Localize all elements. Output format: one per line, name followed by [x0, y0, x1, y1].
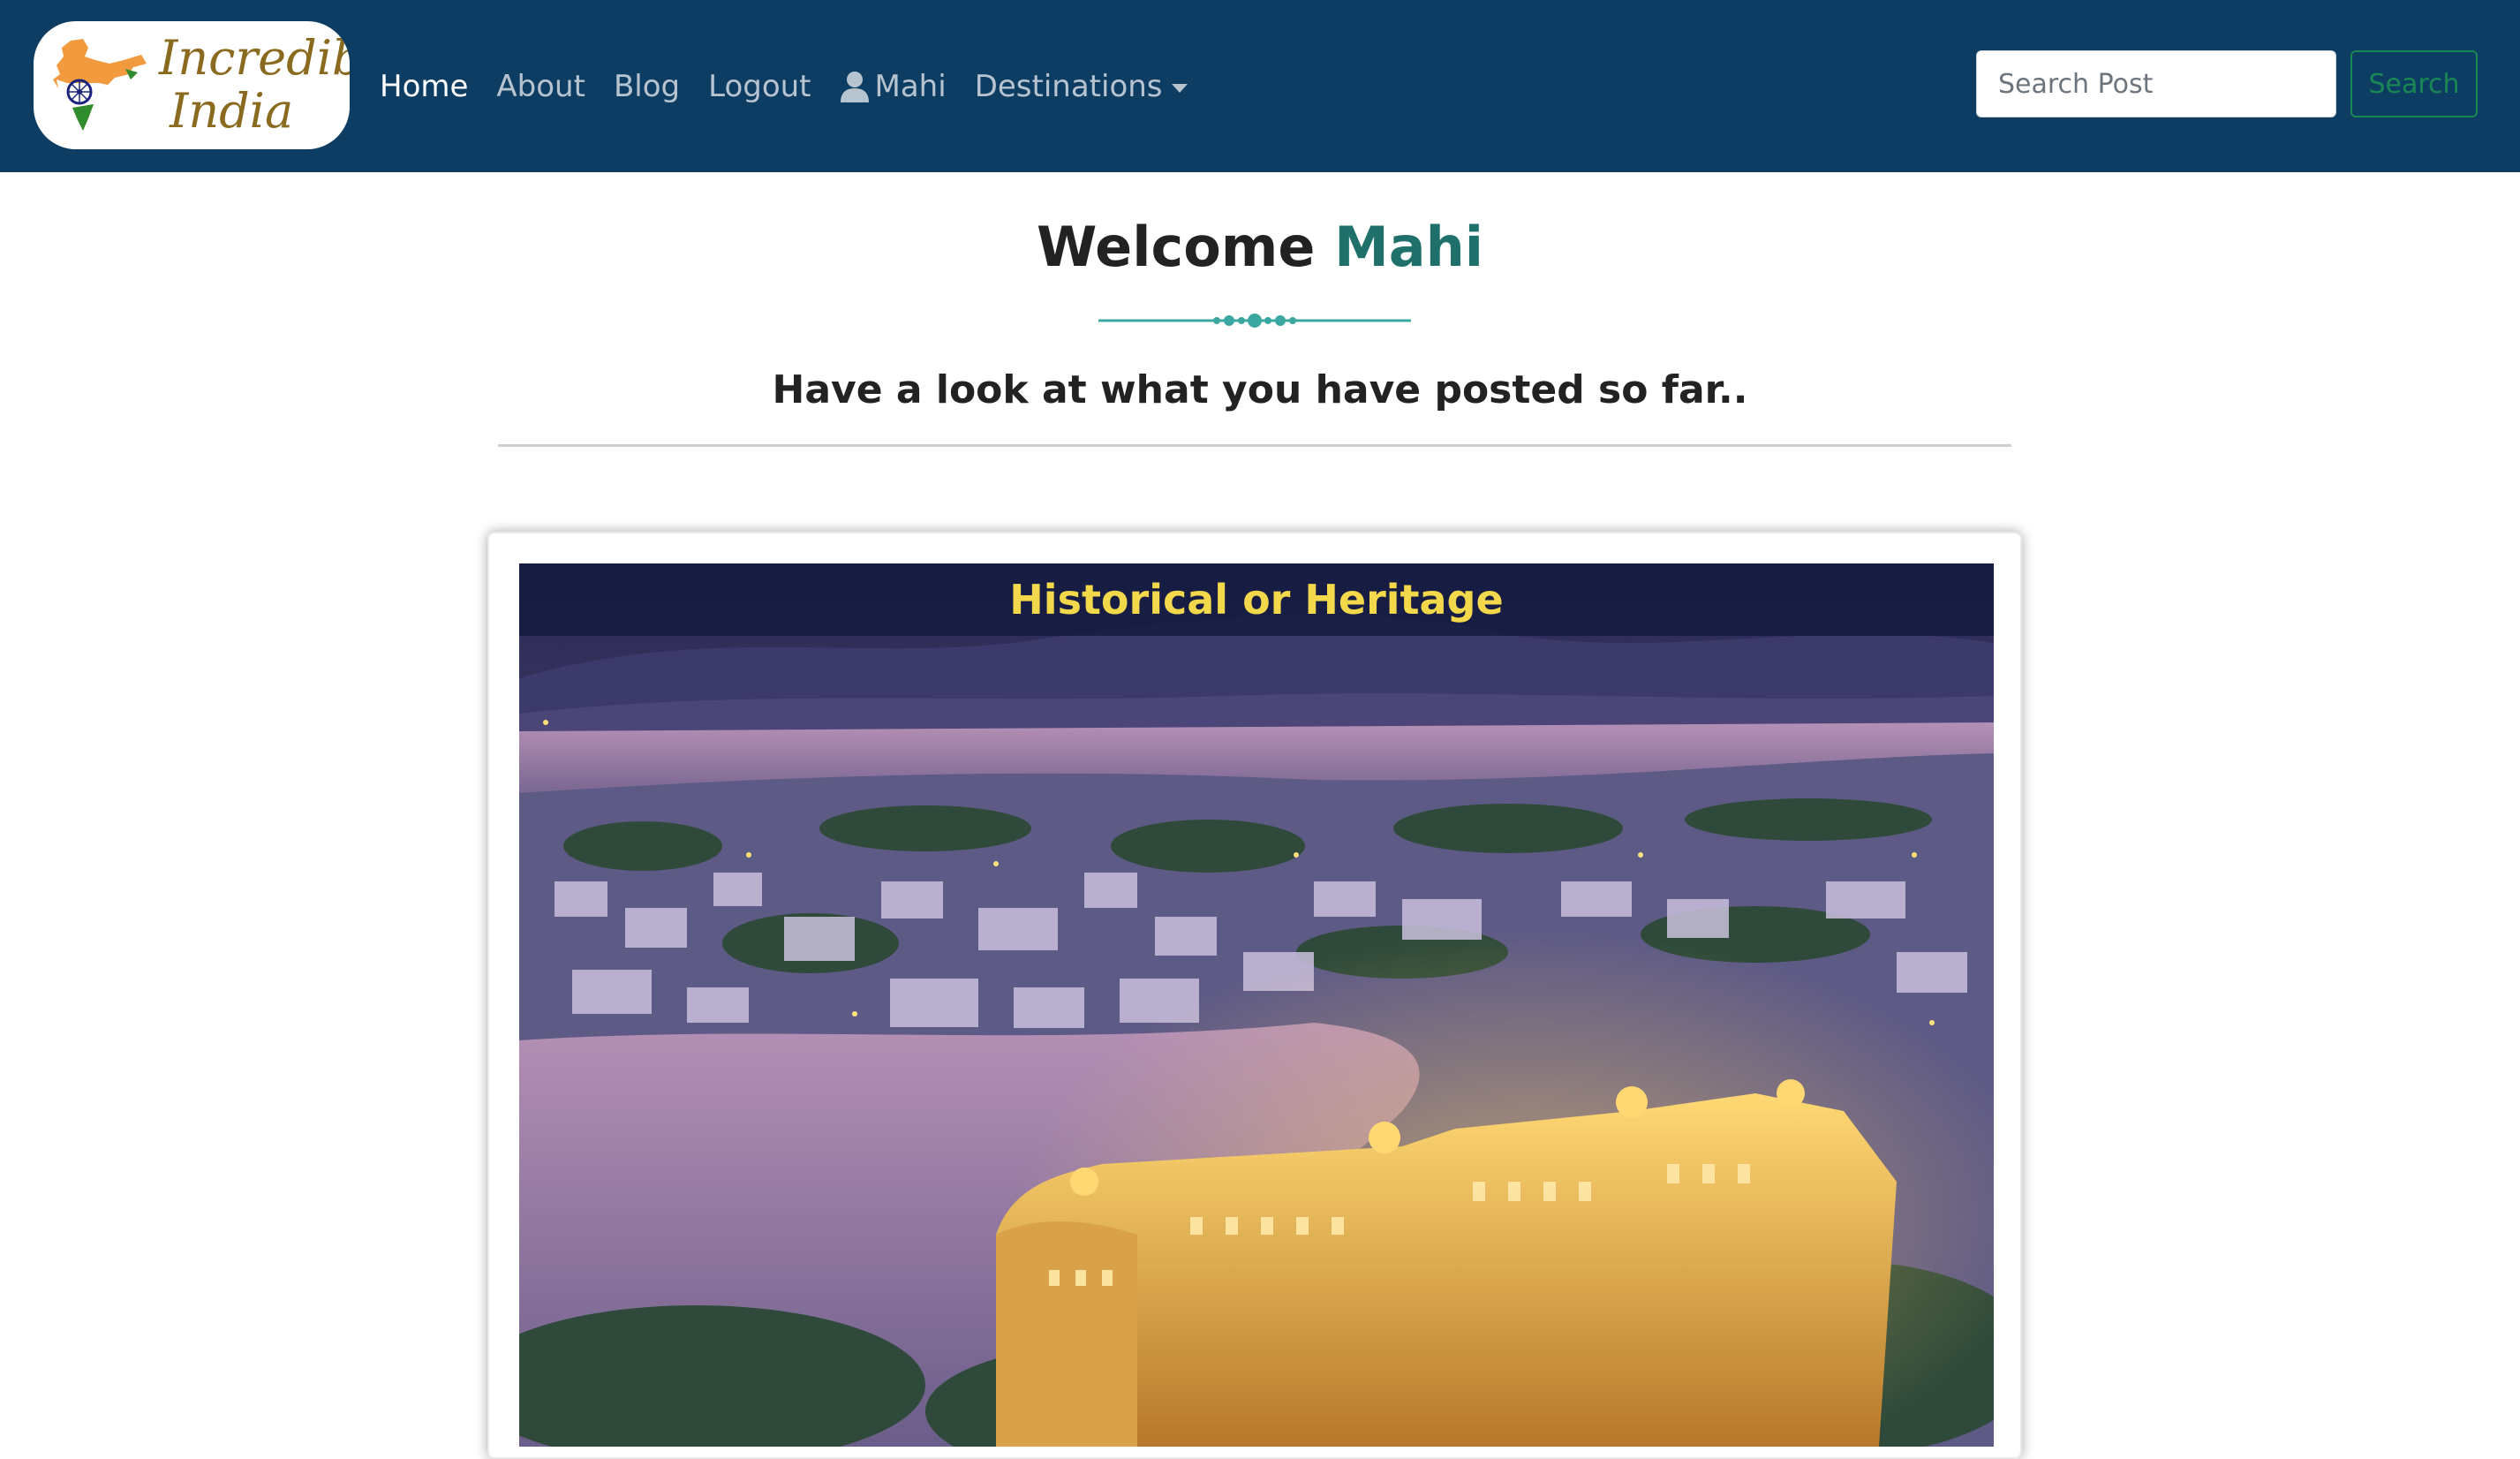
post-card[interactable]: Historical or Heritage — [487, 532, 2022, 1459]
page-subtitle: Have a look at what you have posted so f… — [772, 367, 1748, 412]
nav-user-label: Mahi — [874, 68, 947, 104]
nav-blog[interactable]: Blog — [614, 69, 680, 104]
user-icon — [840, 71, 869, 102]
welcome-prefix: Welcome — [1036, 215, 1316, 279]
nav-links: Home About Blog Logout Mahi Destinations — [380, 0, 1216, 172]
brand-logo[interactable]: Incredible India — [34, 21, 350, 149]
india-map-icon — [53, 39, 147, 131]
search-input[interactable] — [1976, 50, 2336, 117]
city-lake-photo — [519, 563, 1994, 1447]
brand-line-1: Incredible — [159, 30, 350, 86]
brand-name: Incredible India — [159, 32, 350, 138]
nav-home[interactable]: Home — [380, 69, 468, 104]
nav-destinations-label: Destinations — [974, 68, 1163, 104]
post-category-title: Historical or Heritage — [519, 563, 1994, 636]
nav-about[interactable]: About — [496, 69, 585, 104]
ornament-divider-icon — [1098, 314, 1411, 328]
welcome-username: Mahi — [1334, 215, 1483, 279]
brand-line-2: India — [170, 83, 294, 139]
search-button[interactable]: Search — [2350, 50, 2478, 117]
nav-destinations-dropdown[interactable]: Destinations — [975, 69, 1188, 104]
nav-user[interactable]: Mahi — [840, 69, 947, 104]
navbar: Incredible India Home About Blog Logout … — [0, 0, 2520, 172]
welcome-heading: Welcome Mahi — [0, 212, 2520, 283]
nav-logout[interactable]: Logout — [708, 69, 811, 104]
caret-down-icon — [1171, 83, 1188, 93]
post-image[interactable]: Historical or Heritage — [519, 563, 1994, 1447]
horizontal-divider — [498, 444, 2011, 447]
